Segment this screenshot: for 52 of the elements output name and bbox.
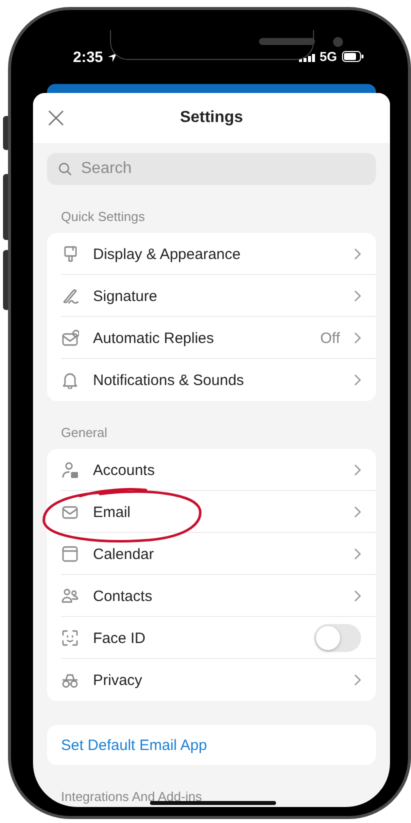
status-time: 2:35	[73, 49, 104, 66]
chevron-icon	[354, 374, 361, 386]
chevron-icon	[354, 464, 361, 476]
settings-row[interactable]: Email	[47, 491, 376, 533]
chevron-icon	[354, 590, 361, 602]
close-button[interactable]	[47, 109, 65, 127]
network-label: 5G	[320, 49, 337, 64]
pen-icon	[61, 287, 79, 305]
section-title: Quick Settings	[61, 209, 145, 225]
settings-row[interactable]: Calendar	[47, 533, 376, 575]
chevron-icon	[354, 290, 361, 302]
section-title: Integrations And Add-ins	[61, 789, 202, 805]
row-label: Signature	[93, 288, 158, 304]
envelope-clock-icon	[61, 329, 79, 347]
settings-row[interactable]: Contacts	[47, 575, 376, 617]
face-scan-icon	[61, 629, 79, 647]
sheet-title: Settings	[180, 109, 244, 127]
row-label: Face ID	[93, 630, 147, 646]
search-icon	[58, 162, 72, 176]
people-icon	[61, 587, 79, 605]
calendar-icon	[61, 545, 79, 563]
row-value: Off	[320, 330, 340, 346]
row-label: Notifications & Sounds	[93, 372, 245, 388]
bell-icon	[61, 371, 79, 389]
settings-row[interactable]: Privacy	[47, 659, 376, 701]
settings-row[interactable]: Signature	[47, 275, 376, 317]
settings-row[interactable]: Display & Appearance	[47, 233, 376, 275]
row-label: Accounts	[93, 462, 156, 478]
row-label: Email	[93, 504, 132, 520]
chevron-icon	[354, 248, 361, 260]
set-default-link[interactable]: Set Default Email App	[61, 736, 207, 754]
section-title: General	[61, 425, 108, 441]
chevron-icon	[354, 674, 361, 686]
location-arrow-icon	[108, 53, 118, 62]
toggle-switch[interactable]	[314, 624, 361, 652]
settings-row[interactable]: Accounts	[47, 449, 376, 491]
camera-dot	[333, 37, 343, 47]
chevron-icon	[354, 332, 361, 344]
battery-icon	[342, 51, 364, 62]
signal-icon	[298, 52, 315, 62]
row-label: Contacts	[93, 588, 154, 604]
row-label: Privacy	[93, 672, 144, 688]
chevron-icon	[354, 548, 361, 560]
row-label: Display & Appearance	[93, 246, 242, 262]
row-label: Calendar	[93, 546, 155, 562]
row-label: Automatic Replies	[93, 330, 215, 346]
settings-row[interactable]: Automatic Replies Off	[47, 317, 376, 359]
chevron-icon	[354, 506, 361, 518]
search-field[interactable]: Search	[47, 153, 376, 185]
settings-row[interactable]: Notifications & Sounds	[47, 359, 376, 401]
person-lock-icon	[61, 461, 79, 479]
settings-row[interactable]: Face ID	[47, 617, 376, 659]
